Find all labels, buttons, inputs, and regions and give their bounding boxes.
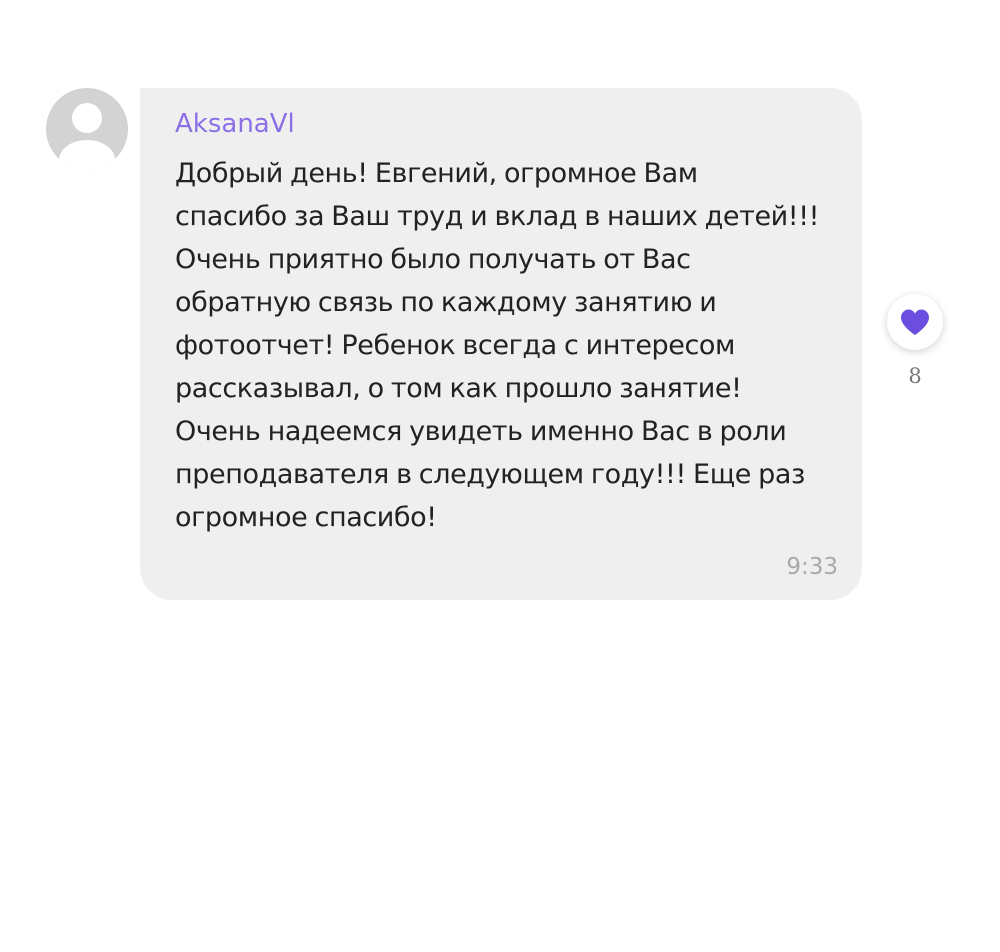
- message-line: преподавателя в следующем году!!! Еще ра…: [175, 459, 805, 490]
- message-line: обратную связь по каждому занятию и: [175, 287, 717, 318]
- message-line: Добрый день! Евгений, огромное Вам: [175, 158, 698, 189]
- heart-icon: [901, 309, 929, 335]
- message-author[interactable]: AksanaVl: [175, 108, 828, 140]
- user-placeholder-icon: [59, 103, 115, 170]
- message-text: Добрый день! Евгений, огромное Вам спаси…: [175, 152, 828, 539]
- heart-reaction-button[interactable]: [887, 294, 943, 350]
- message-line: рассказывал, о том как прошло занятие!: [175, 373, 742, 404]
- message-line: огромное спасибо!: [175, 502, 437, 533]
- message-bubble: AksanaVl Добрый день! Евгений, огромное …: [140, 88, 862, 600]
- message-timestamp: 9:33: [786, 554, 838, 580]
- message-line: Очень надеемся увидеть именно Вас в роли: [175, 416, 787, 447]
- reaction-count: 8: [908, 364, 922, 388]
- message-line: Очень приятно было получать от Вас: [175, 244, 691, 275]
- message-line: фотоотчет! Ребенок всегда с интересом: [175, 330, 736, 361]
- message-line: спасибо за Ваш труд и вклад в наших дете…: [175, 201, 820, 232]
- avatar[interactable]: [46, 88, 128, 170]
